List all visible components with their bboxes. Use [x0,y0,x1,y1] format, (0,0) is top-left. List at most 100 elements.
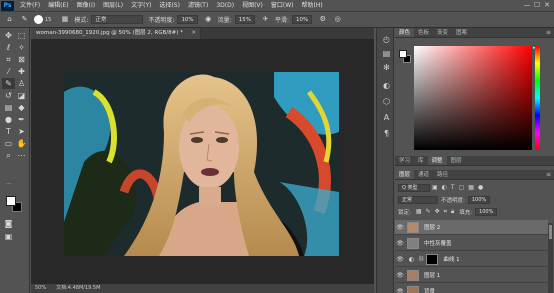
gradient-tool-icon[interactable]: ▤ [2,102,15,113]
airbrush-icon[interactable]: ✈ [260,14,271,25]
visibility-eye-icon[interactable]: 👁︎ [395,256,405,263]
path-select-tool-icon[interactable]: ➤ [15,126,28,137]
mode-select[interactable]: 正常 [91,15,144,24]
layer-row[interactable]: 👁︎ ◐ ⛓︎ 曲线 1 [395,252,548,267]
filter-shape-icon[interactable]: ▢ [459,184,465,191]
healing-brush-tool-icon[interactable]: ✚ [15,66,28,77]
crop-tool-icon[interactable]: ⌗ [2,54,15,65]
quick-mask-icon[interactable]: ◙ [2,218,15,229]
menu-type[interactable]: 文字(Y) [127,0,155,11]
brush-preset-picker[interactable]: 15 [34,15,54,24]
tab-adjustments[interactable]: 调整 [427,156,447,165]
type-tool-icon[interactable]: T [2,126,15,137]
pressure-opacity-icon[interactable]: ◉ [203,14,214,25]
properties-panel-icon[interactable]: ▤ [381,48,392,59]
color-panel-foreground-swatch[interactable] [399,50,407,58]
menu-edit[interactable]: 编辑(E) [44,0,72,11]
tab-gradients[interactable]: 渐变 [433,28,452,37]
hue-marker-icon[interactable]: ▸ [533,45,536,51]
flow-field[interactable]: 15% [234,15,255,24]
hand-tool-icon[interactable]: ✋ [15,138,28,149]
tab-layers[interactable]: 图层 [395,170,415,179]
filter-toggle-icon[interactable]: ● [478,184,483,191]
filter-adjustment-icon[interactable]: ◐ [442,184,447,191]
lock-pixels-icon[interactable]: ✎ [426,208,431,215]
tab-color[interactable]: 颜色 [395,28,415,37]
eraser-tool-icon[interactable]: ◪ [15,90,28,101]
paragraph-panel-icon[interactable]: ¶ [381,128,392,139]
edit-toolbar-icon[interactable]: … [2,178,15,189]
tab-libraries[interactable]: 库 [414,156,428,165]
color-picker-field[interactable] [414,46,532,150]
lock-all-icon[interactable]: 🔒︎ [451,208,454,216]
hue-slider[interactable] [535,46,540,150]
rectangle-tool-icon[interactable]: ▭ [2,138,15,149]
portrait-image[interactable] [64,72,339,256]
character-panel-icon[interactable]: A [381,112,392,123]
menu-image[interactable]: 图像(I) [73,0,99,11]
history-brush-tool-icon[interactable]: ↺ [2,90,15,101]
pressure-size-icon[interactable]: ◎ [332,14,343,25]
close-document-icon[interactable]: ✕ [191,28,196,39]
visibility-eye-icon[interactable]: 👁︎ [395,224,405,231]
lock-position-icon[interactable]: ✥ [435,208,440,215]
filter-smart-object-icon[interactable]: ▦ [468,184,474,191]
layers-scroll-thumb[interactable] [549,225,552,239]
menu-view[interactable]: 视图(V) [238,0,267,11]
tab-learn[interactable]: 学习 [395,156,414,165]
tab-paths[interactable]: 路径 [433,170,452,179]
opacity-field[interactable]: 10% [177,15,198,24]
fill-field[interactable]: 100% [475,207,498,216]
layers-panel-menu-icon[interactable]: ≡ [546,170,551,180]
history-panel-icon[interactable]: ◴ [381,34,392,45]
more-tools-icon[interactable]: ⋯ [15,150,28,161]
tab-layers-secondary[interactable]: 图层 [447,156,466,165]
frame-tool-icon[interactable]: ⊠ [15,54,28,65]
layer-filter-kind[interactable]: Q 类型 [398,183,430,192]
marquee-tool-icon[interactable]: ⬚ [15,30,28,41]
layer-row[interactable]: 👁︎ 图层 1 [395,268,548,283]
close-button[interactable]: ✕ [542,0,552,10]
brush-settings-icon[interactable]: ▦ [59,14,70,25]
zoom-level[interactable]: 50% [35,284,46,293]
maximize-button[interactable]: ☐ [532,0,542,10]
dodge-tool-icon[interactable]: ● [2,114,15,125]
layer-row[interactable]: 👁︎ 图层 2 [395,220,548,235]
lasso-tool-icon[interactable]: ℓ [2,42,15,53]
menu-layer[interactable]: 图层(L) [99,0,127,11]
blend-mode-select[interactable]: 正常 [398,195,438,204]
visibility-eye-icon[interactable]: 👁︎ [395,272,405,279]
3d-panel-icon[interactable]: ⬡ [381,96,392,107]
adjustments-panel-icon[interactable]: ◐ [381,80,392,91]
visibility-eye-icon[interactable]: 👁︎ [395,240,405,247]
smoothing-options-icon[interactable]: ⚙ [317,14,328,25]
smoothing-field[interactable]: 10% [291,15,313,24]
eyedropper-tool-icon[interactable]: ⁄ [2,66,15,77]
tab-channels[interactable]: 通道 [414,170,433,179]
visibility-eye-icon[interactable]: 👁︎ [395,288,405,293]
filter-type-icon[interactable]: T [451,184,455,191]
filter-pixel-icon[interactable]: ▣ [432,184,438,191]
clone-stamp-tool-icon[interactable]: ♙ [15,78,28,89]
lock-artboard-icon[interactable]: ⌗ [444,208,447,216]
menu-file[interactable]: 文件(F) [16,0,44,11]
zoom-tool-icon[interactable]: ⌕ [2,150,15,161]
brush-settings-panel-icon[interactable]: ✻ [381,62,392,73]
tab-patterns[interactable]: 图案 [452,28,471,37]
menu-window[interactable]: 窗口(W) [267,0,298,11]
tab-swatches[interactable]: 色板 [414,28,433,37]
brush-tool-icon[interactable]: ✎ [2,78,15,89]
quick-select-tool-icon[interactable]: ✧ [15,42,28,53]
move-tool-icon[interactable]: ✥ [2,30,15,41]
layer-opacity-field[interactable]: 100% [467,195,491,204]
screen-mode-icon[interactable]: ▣ [2,231,15,242]
lock-transparency-icon[interactable]: ▦ [416,208,422,215]
home-icon[interactable]: ⌂ [4,14,15,25]
menu-help[interactable]: 帮助(H) [298,0,327,11]
menu-3d[interactable]: 3D(D) [212,0,238,11]
layer-row[interactable]: 👁︎ 中性灰覆盖 [395,236,548,251]
foreground-color-swatch[interactable] [6,196,16,206]
pen-tool-icon[interactable]: ✒ [15,114,28,125]
menu-select[interactable]: 选择(S) [155,0,184,11]
layer-row[interactable]: 👁︎ 背景 [395,284,548,293]
